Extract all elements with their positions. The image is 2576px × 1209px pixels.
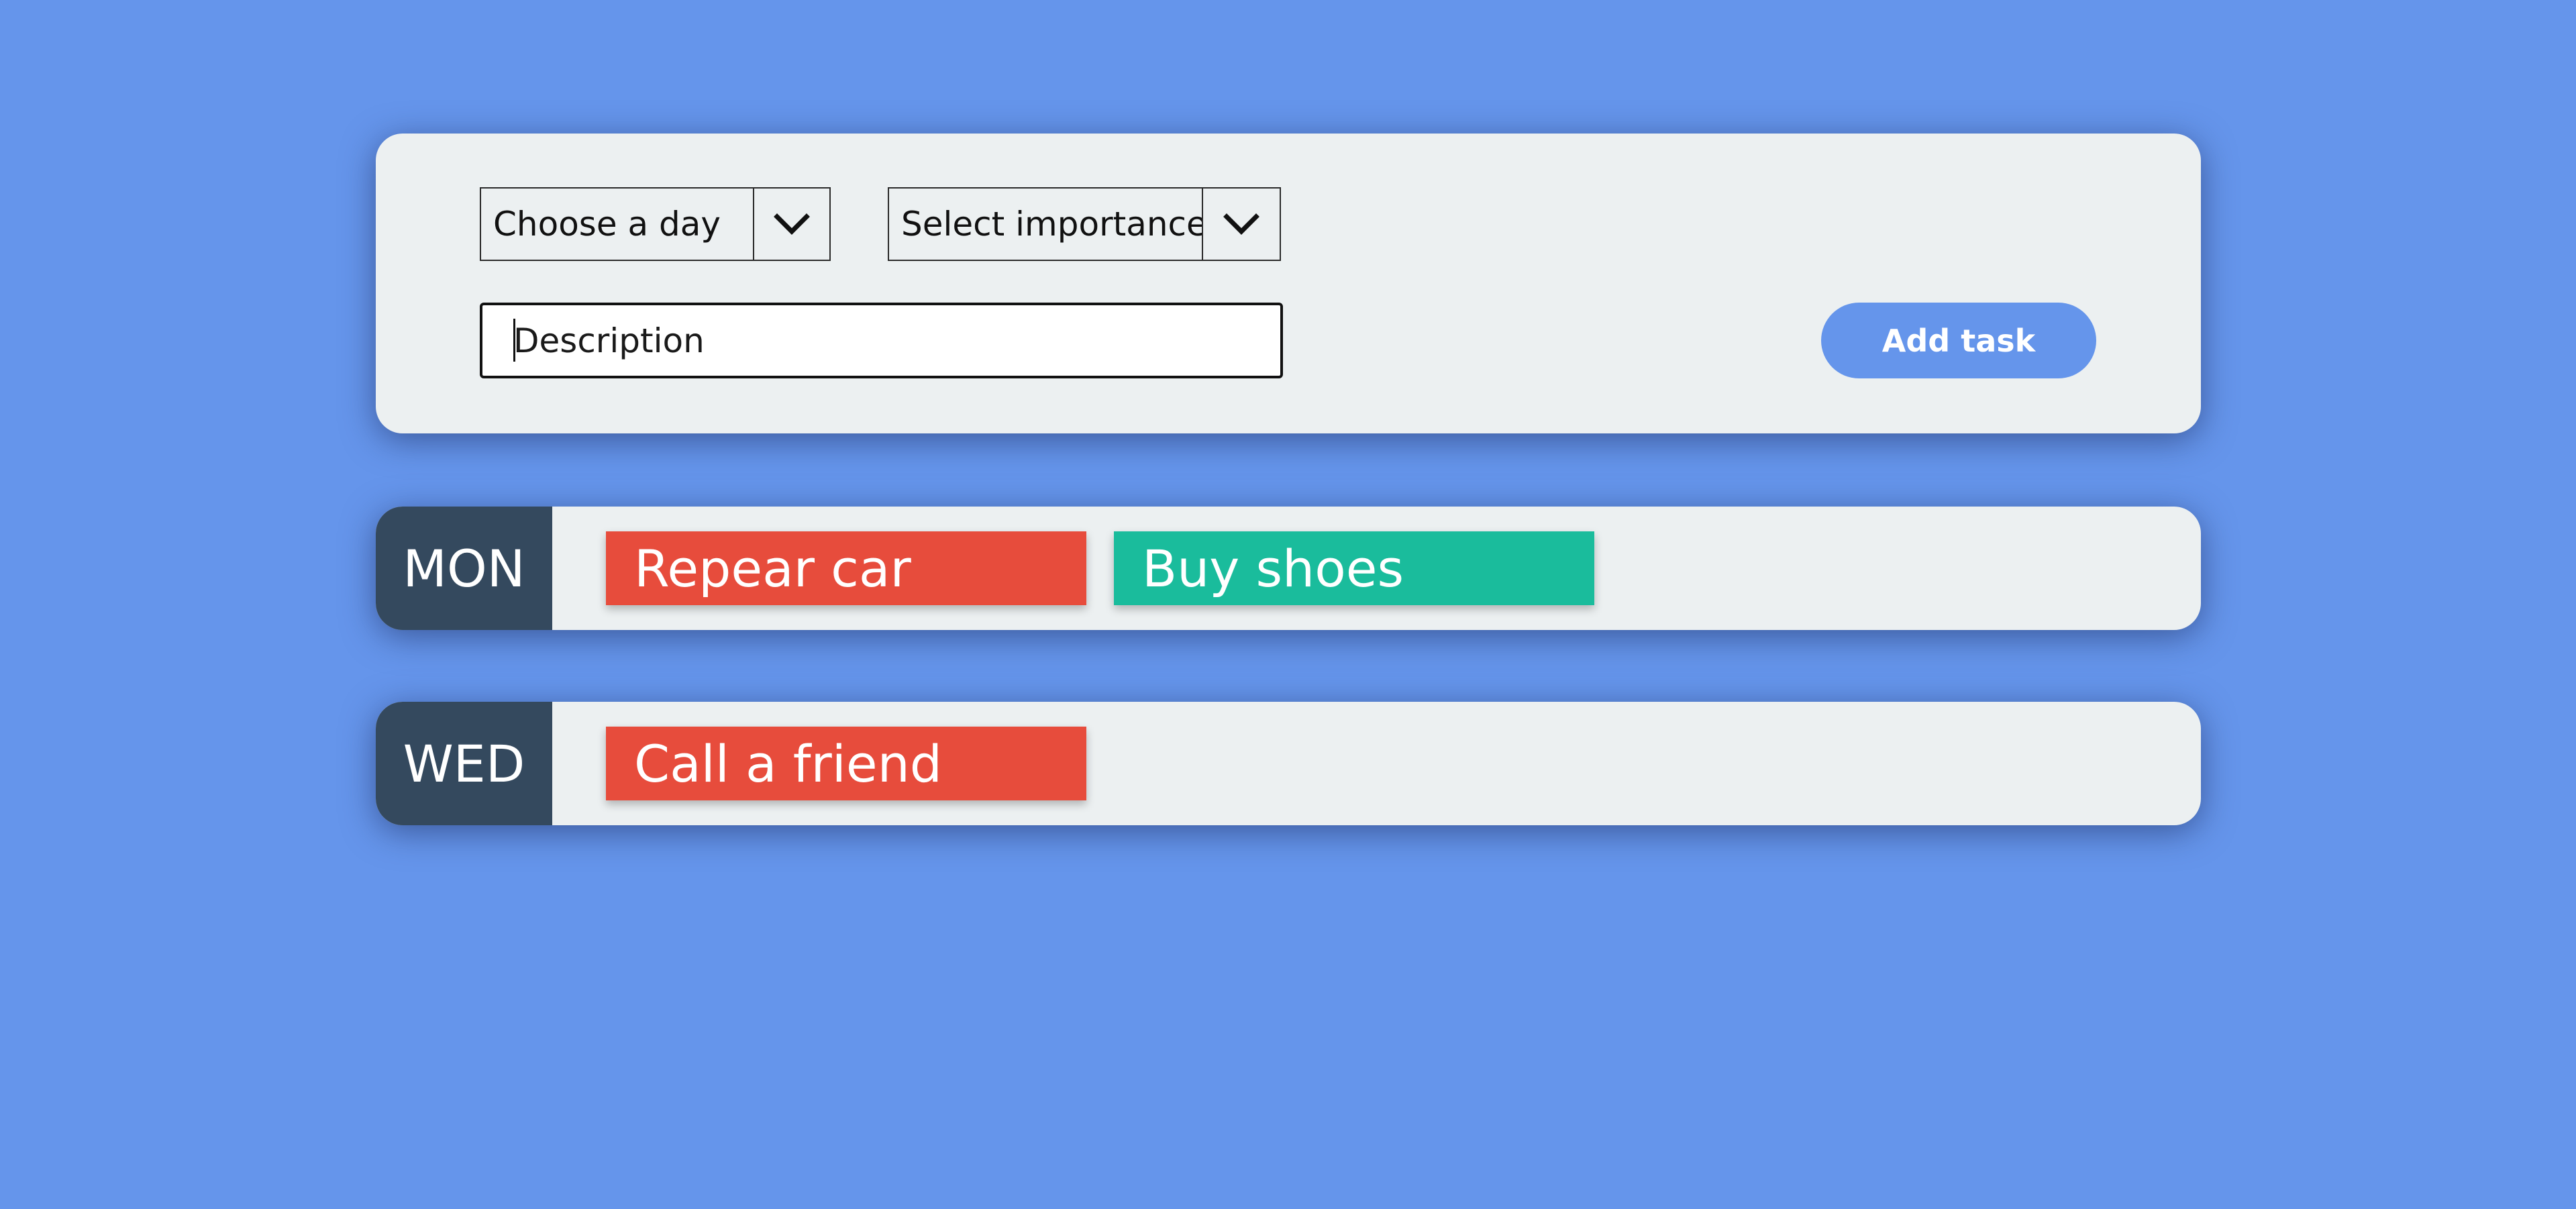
day-label: MON — [376, 507, 552, 630]
task-item[interactable]: Repear car — [606, 531, 1086, 605]
description-input[interactable] — [480, 303, 1283, 378]
day-row-wed: WED Call a friend — [376, 702, 2201, 825]
importance-select[interactable]: Select importance — [888, 187, 1281, 261]
add-task-button[interactable]: Add task — [1821, 303, 2096, 378]
task-form-card: Choose a day Select importance Add task — [376, 134, 2201, 433]
task-item[interactable]: Call a friend — [606, 727, 1086, 800]
importance-select-value: Select importance — [901, 205, 1202, 244]
day-row-mon: MON Repear car Buy shoes — [376, 507, 2201, 630]
day-label: WED — [376, 702, 552, 825]
text-caret — [513, 319, 515, 362]
day-select-chevron-down-icon[interactable] — [753, 189, 829, 260]
importance-select-chevron-down-icon[interactable] — [1202, 189, 1280, 260]
day-select[interactable]: Choose a day — [480, 187, 831, 261]
day-select-value: Choose a day — [493, 205, 721, 244]
task-item[interactable]: Buy shoes — [1114, 531, 1594, 605]
